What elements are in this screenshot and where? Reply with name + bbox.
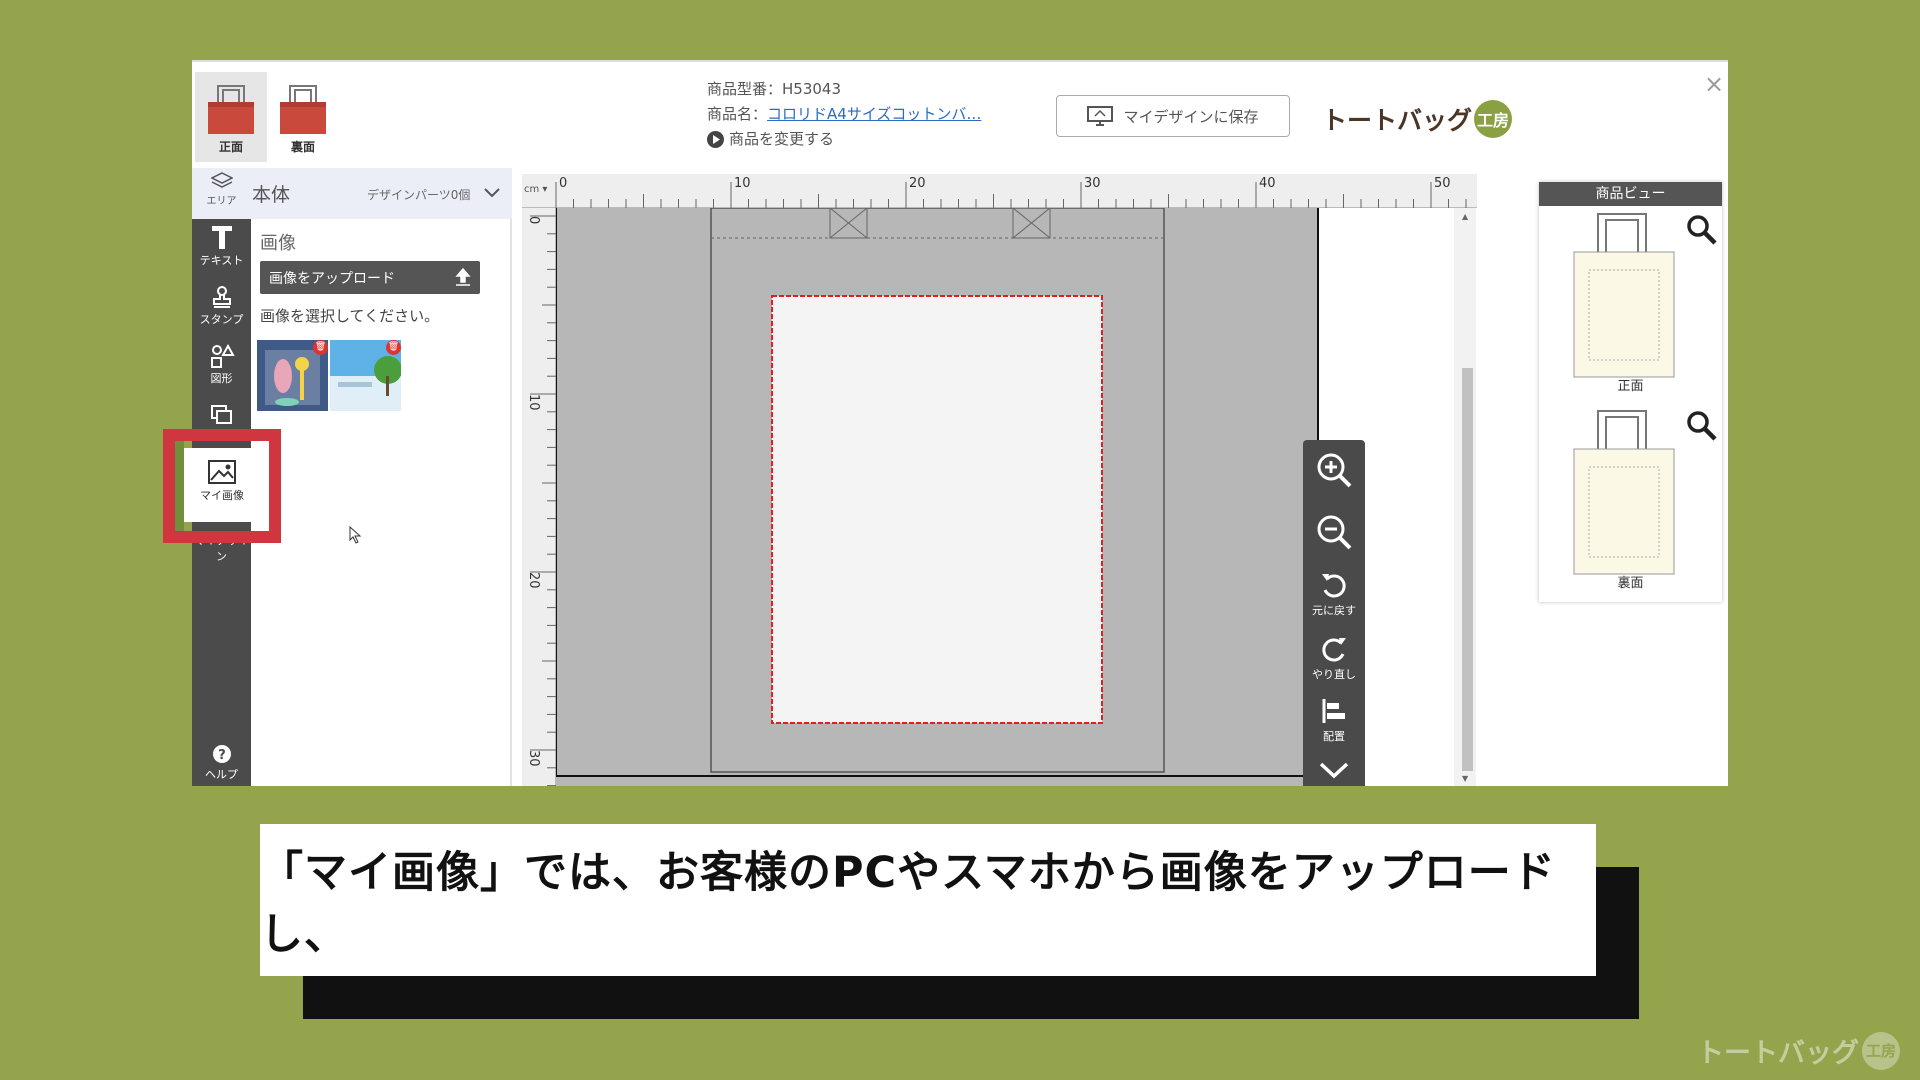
search-icon[interactable] — [1684, 212, 1718, 246]
image-icon — [208, 460, 236, 484]
watermark-logo: トートバッグ 工房 — [1697, 1031, 1900, 1070]
ruler-label: 40 — [1259, 176, 1276, 191]
canvas-toolbar: 元に戻す やり直し 配置 — [1303, 440, 1365, 786]
svg-text:?: ? — [218, 748, 226, 763]
layers-icon — [210, 405, 232, 424]
zoom-in-button[interactable] — [1303, 450, 1365, 492]
highlight-accent-bar — [175, 441, 184, 531]
upload-image-button[interactable]: 画像をアップロード — [260, 261, 480, 294]
ruler-label: 0 — [526, 216, 541, 224]
layers-stack-icon — [210, 172, 233, 188]
model-number: 商品型番：H53043 — [707, 80, 841, 98]
rail-my-image[interactable]: マイ画像 — [184, 448, 260, 522]
ruler-vertical: 0 10 20 30 — [522, 208, 556, 786]
editor-header: 正面 裏面 商品型番：H53043 商品名：コロリドA4サイズコットンバ… 商品… — [192, 62, 1728, 168]
vertical-scrollbar[interactable]: ▲ ▼ — [1454, 208, 1476, 786]
undo-icon — [1322, 574, 1346, 598]
search-icon[interactable] — [1684, 408, 1718, 442]
product-info: 商品型番：H53043 商品名：コロリドA4サイズコットンバ… 商品を変更する — [707, 77, 981, 152]
bag-front-icon — [208, 85, 254, 134]
bag-back-icon — [280, 85, 326, 134]
back-preview[interactable] — [1571, 407, 1677, 577]
product-name-link[interactable]: コロリドA4サイズコットンバ… — [767, 105, 981, 123]
zoom-in-icon — [1317, 453, 1352, 488]
undo-button[interactable]: 元に戻す — [1303, 570, 1365, 618]
product-view-title: 商品ビュー — [1539, 182, 1722, 206]
my-image-panel: 画像 画像をアップロード 画像を選択してください。 🗑 🗑 — [251, 219, 512, 786]
save-to-my-design-button[interactable]: マイデザインに保存 — [1056, 95, 1290, 137]
redo-button[interactable]: やり直し — [1303, 634, 1365, 682]
front-preview[interactable] — [1571, 210, 1677, 380]
close-icon[interactable]: × — [1704, 70, 1724, 98]
chevron-down-icon — [1319, 762, 1349, 779]
face-back-label: 裏面 — [290, 140, 315, 154]
redo-icon — [1322, 638, 1346, 662]
ruler-label: 20 — [909, 176, 926, 191]
ruler-label: 30 — [526, 750, 541, 767]
ruler-label: 50 — [1434, 176, 1451, 191]
scroll-up-icon[interactable]: ▲ — [1462, 212, 1468, 221]
chevron-down-icon[interactable] — [482, 182, 502, 202]
change-product-link[interactable]: 商品を変更する — [707, 127, 981, 152]
area-label: 本体 — [252, 184, 291, 206]
align-icon — [1322, 699, 1345, 723]
ruler-horizontal-ticks: 0 10 20 30 40 50 — [555, 176, 1467, 208]
product-name: 商品名：コロリドA4サイズコットンバ… — [707, 102, 981, 127]
more-tools-button[interactable] — [1303, 760, 1365, 782]
change-product-label: 商品を変更する — [729, 130, 835, 148]
back-preview-label: 裏面 — [1617, 576, 1644, 591]
scrollbar-thumb[interactable] — [1462, 368, 1473, 771]
stamp-icon — [212, 286, 231, 308]
design-parts-count: デザインパーツ0個 — [367, 188, 471, 202]
monitor-icon — [1087, 106, 1114, 126]
area-header: エリア 本体 デザインパーツ0個 — [192, 168, 512, 219]
select-image-prompt: 画像を選択してください。 — [260, 307, 440, 325]
ruler-label: 30 — [1084, 176, 1101, 191]
zoom-out-icon — [1317, 515, 1352, 550]
rail-shapes[interactable]: 図形 — [192, 344, 251, 386]
image-thumbnail[interactable]: 🗑 — [257, 340, 328, 411]
subtitle-caption: 「マイ画像」では、お客様のPCやスマホから画像をアップロードし、 — [260, 824, 1596, 976]
shapes-icon — [210, 344, 235, 368]
print-area[interactable] — [771, 295, 1103, 724]
rail-stamp[interactable]: スタンプ — [192, 285, 251, 327]
front-preview-label: 正面 — [1617, 379, 1644, 394]
rail-layers[interactable] — [192, 403, 251, 429]
ruler-label: 10 — [734, 176, 751, 191]
save-button-label: マイデザインに保存 — [1123, 107, 1259, 126]
text-icon — [211, 226, 232, 249]
ruler-label: 10 — [526, 394, 541, 411]
face-back-tab[interactable]: 裏面 — [267, 72, 339, 162]
play-circle-icon — [707, 131, 724, 148]
ruler-label: 0 — [559, 176, 567, 191]
panel-title: 画像 — [260, 233, 296, 254]
zoom-out-button[interactable] — [1303, 512, 1365, 554]
help-icon: ? — [212, 745, 231, 763]
design-editor-window: 正面 裏面 商品型番：H53043 商品名：コロリドA4サイズコットンバ… 商品… — [192, 60, 1728, 786]
product-view-panel: 商品ビュー 正面 裏面 — [1539, 182, 1722, 602]
ruler-label: 20 — [526, 572, 541, 589]
upload-arrow-icon — [455, 267, 471, 286]
face-front-tab[interactable]: 正面 — [195, 72, 267, 162]
brand-logo: トートバッグ 工房 — [1322, 100, 1513, 138]
face-front-label: 正面 — [218, 140, 243, 154]
ruler-horizontal: 0 10 20 30 40 50 — [522, 174, 1477, 208]
scroll-down-icon[interactable]: ▼ — [1462, 774, 1468, 783]
ruler-vertical-ticks: 0 10 20 30 — [526, 215, 556, 786]
image-thumbnail[interactable]: 🗑 — [330, 340, 401, 411]
mouse-cursor-icon — [349, 526, 362, 544]
delete-image-icon[interactable]: 🗑 — [313, 340, 328, 355]
ruler-unit-selector[interactable]: cm ▾ — [524, 184, 547, 195]
area-selector[interactable]: エリア — [192, 172, 251, 207]
align-button[interactable]: 配置 — [1303, 696, 1365, 744]
delete-image-icon[interactable]: 🗑 — [386, 340, 401, 355]
product-name-prefix: 商品名： — [707, 105, 768, 123]
rail-help[interactable]: ? ヘルプ — [192, 744, 251, 782]
rail-text[interactable]: テキスト — [192, 224, 251, 268]
